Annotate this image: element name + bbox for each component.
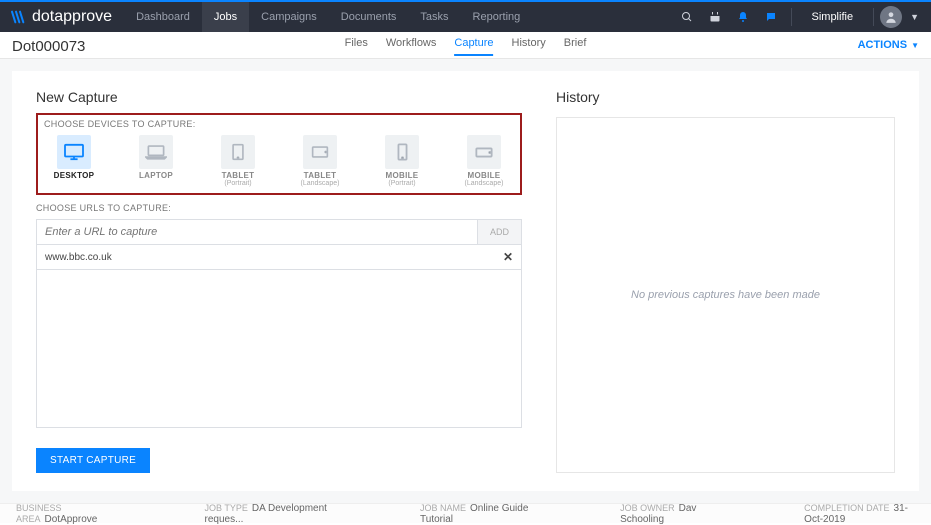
device-tablet-landscape[interactable]: TABLET(Landscape) <box>294 135 346 187</box>
footer-job-name: JOB NAMEOnline Guide Tutorial <box>420 503 530 525</box>
device-name: MOBILE <box>458 171 510 180</box>
device-icon <box>221 135 255 169</box>
content-card: New Capture CHOOSE DEVICES TO CAPTURE: D… <box>12 71 919 491</box>
url-input[interactable] <box>37 220 477 244</box>
nav-links: DashboardJobsCampaignsDocumentsTasksRepo… <box>124 2 532 32</box>
nav-link-documents[interactable]: Documents <box>329 2 409 32</box>
tab-brief[interactable]: Brief <box>564 37 587 53</box>
device-name: TABLET <box>212 171 264 180</box>
brand-text: dotapprove <box>32 8 112 26</box>
devices-row: DESKTOPLAPTOPTABLET(Portrait)TABLET(Land… <box>44 135 514 187</box>
nav-link-jobs[interactable]: Jobs <box>202 2 249 32</box>
device-icon <box>57 135 91 169</box>
url-item: www.bbc.co.uk ✕ <box>36 245 522 270</box>
device-icon <box>303 135 337 169</box>
device-icon <box>139 135 173 169</box>
page-body: New Capture CHOOSE DEVICES TO CAPTURE: D… <box>0 59 931 503</box>
tab-workflows[interactable]: Workflows <box>386 37 437 53</box>
device-name: TABLET <box>294 171 346 180</box>
nav-link-reporting[interactable]: Reporting <box>461 2 533 32</box>
device-name: MOBILE <box>376 171 428 180</box>
device-mobile-portrait[interactable]: MOBILE(Portrait) <box>376 135 428 187</box>
tab-history[interactable]: History <box>512 37 546 53</box>
nav-right: Simplifie ▼ <box>673 2 931 32</box>
actions-menu[interactable]: ACTIONS ▼ <box>858 39 919 51</box>
urls-label: CHOOSE URLS TO CAPTURE: <box>36 203 522 213</box>
job-tabs: Files Workflows Capture History Brief <box>345 32 587 59</box>
add-url-button[interactable]: ADD <box>477 220 521 244</box>
footer-job-owner: JOB OWNERDav Schooling <box>620 503 714 525</box>
device-sub: (Portrait) <box>212 180 264 187</box>
device-mobile-landscape[interactable]: MOBILE(Landscape) <box>458 135 510 187</box>
history-empty: No previous captures have been made <box>556 117 895 473</box>
calendar-icon[interactable] <box>701 11 729 23</box>
history-column: History No previous captures have been m… <box>556 89 895 473</box>
device-laptop[interactable]: LAPTOP <box>130 135 182 187</box>
tab-capture[interactable]: Capture <box>454 37 493 56</box>
device-icon <box>385 135 419 169</box>
url-text: www.bbc.co.uk <box>45 252 112 263</box>
nav-link-tasks[interactable]: Tasks <box>408 2 460 32</box>
avatar[interactable] <box>880 6 902 28</box>
device-name: LAPTOP <box>130 171 182 180</box>
brand-icon <box>10 9 26 25</box>
nav-link-dashboard[interactable]: Dashboard <box>124 2 202 32</box>
actions-label: ACTIONS <box>858 39 908 51</box>
divider <box>873 8 874 26</box>
new-capture-column: New Capture CHOOSE DEVICES TO CAPTURE: D… <box>36 89 522 473</box>
footer-business-area: BUSINESS AREADotApprove <box>16 503 115 525</box>
footer-bar: BUSINESS AREADotApprove JOB TYPEDA Devel… <box>0 503 931 523</box>
divider <box>791 8 792 26</box>
url-list-area <box>36 270 522 428</box>
device-sub: (Landscape) <box>294 180 346 187</box>
notifications-icon[interactable] <box>729 11 757 23</box>
url-input-row: ADD <box>36 219 522 245</box>
history-title: History <box>556 89 895 105</box>
devices-selector: CHOOSE DEVICES TO CAPTURE: DESKTOP LAPTOP… <box>36 113 522 195</box>
sub-header: Dot000073 Files Workflows Capture History Br… <box>0 32 931 59</box>
device-sub: (Portrait) <box>376 180 428 187</box>
tab-files[interactable]: Files <box>345 37 368 53</box>
remove-url-icon[interactable]: ✕ <box>503 250 513 264</box>
main-nav: dotapprove DashboardJobsCampaignsDocumen… <box>0 2 931 32</box>
chevron-down-icon: ▼ <box>911 41 919 50</box>
history-empty-text: No previous captures have been made <box>631 289 820 301</box>
device-sub: (Landscape) <box>458 180 510 187</box>
footer-job-type: JOB TYPEDA Development reques... <box>205 503 330 525</box>
device-tablet-portrait[interactable]: TABLET(Portrait) <box>212 135 264 187</box>
chat-icon[interactable] <box>757 11 785 23</box>
nav-link-campaigns[interactable]: Campaigns <box>249 2 329 32</box>
new-capture-title: New Capture <box>36 89 522 105</box>
username[interactable]: Simplifie <box>798 11 868 23</box>
start-capture-button[interactable]: START CAPTURE <box>36 448 150 473</box>
device-icon <box>467 135 501 169</box>
brand-logo[interactable]: dotapprove <box>0 8 124 26</box>
url-list: www.bbc.co.uk ✕ <box>36 245 522 270</box>
devices-label: CHOOSE DEVICES TO CAPTURE: <box>44 119 514 129</box>
device-name: DESKTOP <box>48 171 100 180</box>
search-icon[interactable] <box>673 11 701 23</box>
user-menu-caret-icon[interactable]: ▼ <box>910 12 919 22</box>
footer-completion: COMPLETION DATE31-Oct-2019 <box>804 503 915 525</box>
device-desktop[interactable]: DESKTOP <box>48 135 100 187</box>
job-id: Dot000073 <box>12 36 85 55</box>
